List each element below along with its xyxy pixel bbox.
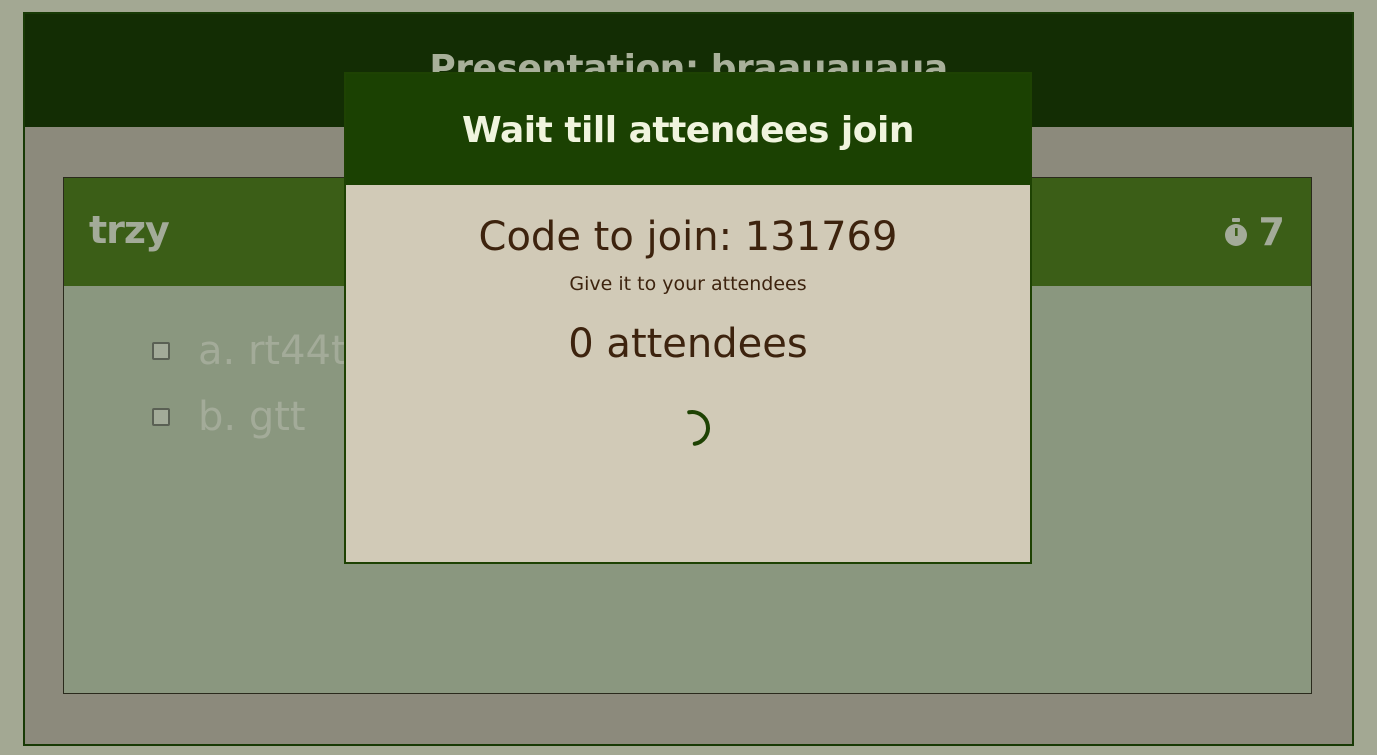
question-timer: 7 xyxy=(1223,208,1285,256)
modal-title: Wait till attendees join xyxy=(462,110,914,151)
modal-header: Wait till attendees join xyxy=(346,74,1030,185)
question-title: trzy xyxy=(89,208,170,252)
wait-attendees-modal: Wait till attendees join Code to join: 1… xyxy=(344,72,1032,564)
answer-option[interactable]: a. rt44t xyxy=(152,318,347,384)
attendee-count: 0 attendees xyxy=(568,321,808,367)
loading-spinner-icon xyxy=(670,406,714,454)
join-code-hint: Give it to your attendees xyxy=(569,273,807,295)
answer-label: a. rt44t xyxy=(198,328,347,374)
answer-list: a. rt44t b. gtt xyxy=(152,318,347,450)
stopwatch-icon xyxy=(1223,217,1249,247)
answer-checkbox[interactable] xyxy=(152,408,170,426)
join-code: Code to join: 131769 xyxy=(478,214,898,260)
answer-checkbox[interactable] xyxy=(152,342,170,360)
timer-value: 7 xyxy=(1258,210,1285,254)
answer-label: b. gtt xyxy=(198,394,306,440)
answer-option[interactable]: b. gtt xyxy=(152,384,347,450)
